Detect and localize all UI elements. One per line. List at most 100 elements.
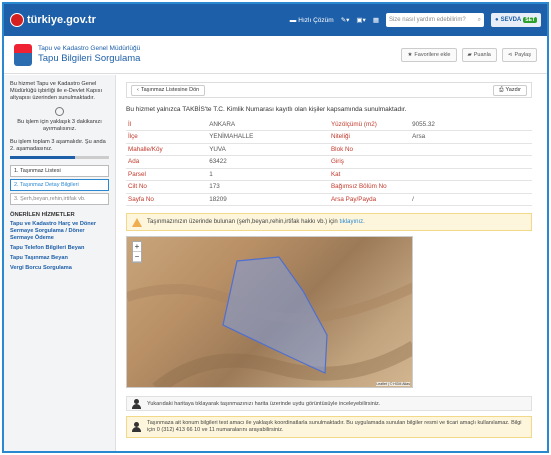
intro-text: Bu hizmet yalnızca TAKBİS'te T.C. Kimlik… <box>126 106 407 113</box>
field-label: Kat <box>328 168 411 181</box>
field-value <box>410 168 532 181</box>
step-1[interactable]: 1. Taşınmaz Listesi <box>10 165 109 177</box>
field-value <box>410 180 532 194</box>
zoom-out-button[interactable]: − <box>133 252 141 262</box>
share-icon: ⋖ <box>507 51 513 58</box>
field-label: İlçe <box>126 130 208 144</box>
logo-text: türkiye.gov.tr <box>27 14 96 26</box>
disclaimer-note: Taşınmaza ait konum bilgileri test amacı… <box>126 416 532 438</box>
field-value: 1 <box>207 168 329 181</box>
property-details-table: İl ANKARA Yüzölçümü (m2) 9055.32 İlçe YENİMAH… <box>126 118 532 206</box>
sidebar: Bu hizmet Tapu ve Kadastro Genel Müdürlü… <box>4 75 116 451</box>
field-value: 173 <box>207 180 329 194</box>
rate-button[interactable]: ▰ Puanla <box>461 47 497 62</box>
suggested-services-title: ÖNERİLEN HİZMETLER <box>10 212 75 218</box>
parcel-map[interactable]: + − Leaflet | © HGM Atlas <box>126 236 413 388</box>
quick-solution-label: Hızlı Çözüm <box>298 16 334 24</box>
map-attribution: Leaflet | © HGM Atlas <box>376 382 410 386</box>
chevron-left-icon: ‹ <box>137 87 139 93</box>
back-to-list-button[interactable]: ‹ Taşınmaz Listesine Dön <box>131 84 206 96</box>
back-label: Taşınmaz Listesine Dön <box>140 87 200 93</box>
field-label: Mahalle/Köy <box>126 143 208 156</box>
field-value: YUVA <box>207 143 329 156</box>
tools-button[interactable]: ✎▾ <box>341 16 350 24</box>
agency-logo-icon <box>14 43 32 66</box>
user-menu[interactable]: ● SEVDA SET <box>490 13 541 27</box>
field-label: Yüzölçümü (m2) <box>328 118 411 131</box>
search-icon: ⌕ <box>477 16 481 23</box>
rate-label: Puanla <box>473 51 491 58</box>
step-2[interactable]: 2. Taşınmaz Detay Bilgileri <box>10 179 109 191</box>
field-label: Ada <box>126 155 208 169</box>
logo-emblem-icon <box>10 13 24 27</box>
table-row: Parsel 1 Kat <box>126 168 532 181</box>
field-value: 63422 <box>207 155 329 169</box>
quick-solution-button[interactable]: ▬ Hızlı Çözüm <box>290 17 334 24</box>
share-label: Paylaş <box>514 51 531 58</box>
field-value: ANKARA <box>207 118 329 131</box>
field-value: YENİMAHALLE <box>207 130 329 144</box>
step-progress-bar <box>10 156 109 159</box>
field-label: Giriş <box>328 155 411 169</box>
user-badge: SET <box>523 17 537 23</box>
suggested-link[interactable]: Vergi Borcu Sorgulama <box>10 265 109 272</box>
field-label: Blok No <box>328 143 411 156</box>
site-logo[interactable]: türkiye.gov.tr <box>10 13 96 27</box>
table-row: İl ANKARA Yüzölçümü (m2) 9055.32 <box>126 118 532 131</box>
field-value <box>410 143 532 156</box>
grid-icon: ▦ <box>372 17 379 24</box>
map-imagery <box>127 256 412 387</box>
field-label: Bağımsız Bölüm No <box>328 180 411 194</box>
screenshot-frame: türkiye.gov.tr ▬ Hızlı Çözüm ✎▾ ▣▾ ▦ Siz… <box>2 2 549 453</box>
field-label: Sayfa No <box>126 193 208 206</box>
field-value <box>410 155 532 169</box>
suggested-link[interactable]: Tapu Taşınmaz Beyan <box>10 255 109 262</box>
user-icon: ● <box>494 17 499 23</box>
field-label: İl <box>126 118 208 131</box>
warning-link[interactable]: tıklayınız. <box>339 219 364 225</box>
warning-icon <box>132 217 142 227</box>
main-content: ‹ Taşınmaz Listesine Dön ⎙ Yazdır Bu hizme… <box>126 82 532 438</box>
favorites-label: Favorilere ekle <box>414 51 451 58</box>
warning-text: Taşınmazınızın üzerinde bulunan (şerh,be… <box>147 219 338 225</box>
steps-note: Bu işlem toplam 3 aşamalıdır. Şu anda 2.… <box>10 139 106 152</box>
field-label: Niteliği <box>328 130 411 144</box>
table-row: Mahalle/Köy YUVA Blok No <box>126 143 532 156</box>
field-value: Arsa <box>410 130 532 144</box>
user-info-icon <box>132 398 142 409</box>
service-description: Bu hizmet Tapu ve Kadastro Genel Müdürlü… <box>10 81 103 101</box>
time-note: Bu işlem için yaklaşık 3 dakikanızı ayır… <box>17 119 102 132</box>
page-title: Tapu Bilgileri Sorgulama <box>38 53 141 64</box>
chat-icon: ▬ <box>289 16 297 24</box>
clock-icon <box>55 107 64 116</box>
favorites-button[interactable]: ★ Favorilere ekle <box>401 47 457 62</box>
suggested-link[interactable]: Tapu Telefon Bilgileri Beyan <box>10 245 109 252</box>
search-input[interactable]: Size nasıl yardım edebilirim? ⌕ <box>385 13 484 27</box>
print-label: Yazdır <box>505 87 522 93</box>
card-button[interactable]: ▣▾ <box>356 16 365 24</box>
field-value: 18209 <box>207 193 329 206</box>
field-label: Parsel <box>126 168 208 181</box>
map-zoom-control: + − <box>132 241 142 263</box>
step-3: 3. Şerh,beyan,rehin,irtifak vb. <box>10 193 109 205</box>
top-bar: türkiye.gov.tr ▬ Hızlı Çözüm ✎▾ ▣▾ ▦ Siz… <box>4 4 547 36</box>
share-button[interactable]: ⋖ Paylaş <box>501 47 537 62</box>
zoom-in-button[interactable]: + <box>133 242 141 252</box>
content-toolbar: ‹ Taşınmaz Listesine Dön ⎙ Yazdır <box>126 82 532 98</box>
service-header: Tapu ve Kadastro Genel Müdürlüğü Tapu Bi… <box>4 36 547 74</box>
map-info-note: Yukarıdaki haritaya tıklayarak taşınmazı… <box>126 396 532 411</box>
print-button[interactable]: ⎙ Yazdır <box>493 84 527 96</box>
field-value: / <box>410 193 532 206</box>
field-label: Cilt No <box>126 180 208 194</box>
star-icon: ★ <box>407 51 413 58</box>
printer-icon: ⎙ <box>499 86 504 93</box>
warning-text-wrap: Taşınmazınızın üzerinde bulunan (şerh,be… <box>147 219 365 225</box>
user-name: SEVDA <box>500 17 522 23</box>
agency-name: Tapu ve Kadastro Genel Müdürlüğü <box>38 45 141 52</box>
field-label: Arsa Pay/Payda <box>328 193 411 206</box>
comment-icon: ▰ <box>467 51 472 58</box>
suggested-link[interactable]: Tapu ve Kadastro Harç ve Döner Sermaye S… <box>10 221 109 242</box>
wrench-icon: ✎▾ <box>340 17 350 24</box>
apps-button[interactable]: ▦ <box>373 16 379 24</box>
table-row: Sayfa No 18209 Arsa Pay/Payda / <box>126 193 532 206</box>
